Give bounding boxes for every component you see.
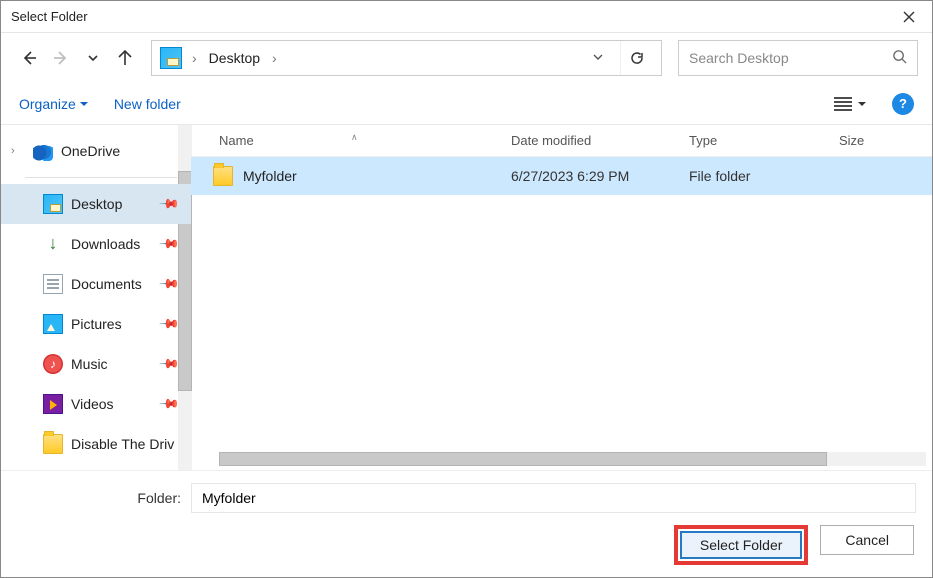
sidebar-item-pictures[interactable]: Pictures 📌 bbox=[1, 304, 191, 344]
sidebar-item-label: Music bbox=[71, 356, 153, 372]
chevron-down-icon bbox=[87, 52, 99, 64]
music-icon: ♪ bbox=[43, 354, 63, 374]
search-input[interactable]: Search Desktop bbox=[678, 40, 918, 76]
onedrive-icon bbox=[33, 141, 53, 161]
sidebar-item-label: Documents bbox=[71, 276, 153, 292]
pin-icon: 📌 bbox=[158, 193, 181, 216]
up-button[interactable] bbox=[111, 44, 139, 72]
address-bar[interactable]: › Desktop › bbox=[151, 40, 662, 76]
desktop-icon bbox=[43, 194, 63, 214]
horizontal-scrollbar-track[interactable] bbox=[219, 452, 926, 466]
organize-label: Organize bbox=[19, 96, 76, 112]
column-label: Name bbox=[219, 133, 254, 148]
cancel-label: Cancel bbox=[845, 532, 889, 548]
sidebar-item-videos[interactable]: Videos 📌 bbox=[1, 384, 191, 424]
sidebar-separator bbox=[25, 177, 177, 178]
sidebar-item-label: Downloads bbox=[71, 236, 153, 252]
document-icon bbox=[43, 274, 63, 294]
sidebar-item-label: Videos bbox=[71, 396, 153, 412]
toolbar: Organize New folder ? bbox=[1, 83, 932, 125]
folder-input[interactable] bbox=[191, 483, 916, 513]
close-button[interactable] bbox=[886, 1, 932, 32]
sidebar-item-label: Desktop bbox=[71, 196, 153, 212]
download-icon: ↓ bbox=[43, 234, 63, 254]
recent-button[interactable] bbox=[79, 44, 107, 72]
desktop-icon bbox=[160, 47, 182, 69]
folder-name-row: Folder: bbox=[1, 483, 916, 513]
arrow-right-icon bbox=[53, 50, 69, 66]
file-date: 6/27/2023 6:29 PM bbox=[511, 168, 689, 184]
address-dropdown[interactable] bbox=[582, 50, 614, 66]
close-icon bbox=[903, 11, 915, 23]
horizontal-scrollbar-thumb[interactable] bbox=[219, 452, 827, 466]
pictures-icon bbox=[43, 314, 63, 334]
sidebar-item-music[interactable]: ♪ Music 📌 bbox=[1, 344, 191, 384]
folder-label: Folder: bbox=[1, 490, 191, 506]
select-folder-label: Select Folder bbox=[700, 537, 782, 553]
pin-icon: 📌 bbox=[158, 233, 181, 256]
column-date[interactable]: Date modified bbox=[511, 133, 689, 148]
search-placeholder: Search Desktop bbox=[689, 50, 892, 66]
breadcrumb-chevron-icon[interactable]: › bbox=[188, 50, 201, 66]
new-folder-button[interactable]: New folder bbox=[114, 96, 181, 112]
navbar: › Desktop › Search Desktop bbox=[1, 33, 932, 83]
sort-indicator-icon: ∧ bbox=[351, 132, 358, 143]
pin-icon: 📌 bbox=[158, 313, 181, 336]
view-button[interactable] bbox=[834, 97, 866, 111]
select-folder-highlight: Select Folder bbox=[674, 525, 808, 565]
titlebar: Select Folder bbox=[1, 1, 932, 33]
video-icon bbox=[43, 394, 63, 414]
footer: Folder: Select Folder Cancel bbox=[1, 470, 932, 577]
sidebar-item-downloads[interactable]: ↓ Downloads 📌 bbox=[1, 224, 191, 264]
window-title: Select Folder bbox=[11, 9, 886, 24]
sidebar-item-label: Disable The Driv bbox=[71, 436, 191, 452]
file-row[interactable]: Myfolder 6/27/2023 6:29 PM File folder bbox=[191, 157, 932, 195]
sidebar-item-documents[interactable]: Documents 📌 bbox=[1, 264, 191, 304]
sidebar-item-folder[interactable]: Disable The Driv bbox=[1, 424, 191, 464]
back-button[interactable] bbox=[15, 44, 43, 72]
arrow-up-icon bbox=[117, 50, 133, 66]
dropdown-icon bbox=[80, 100, 88, 108]
cancel-button[interactable]: Cancel bbox=[820, 525, 914, 555]
column-label: Type bbox=[689, 133, 717, 148]
breadcrumb-chevron-icon[interactable]: › bbox=[268, 50, 281, 66]
folder-icon bbox=[213, 166, 233, 186]
sidebar: › OneDrive Desktop 📌 ↓ Downloads 📌 Docum… bbox=[1, 125, 191, 470]
pin-icon: 📌 bbox=[158, 393, 181, 416]
sidebar-item-label: OneDrive bbox=[61, 143, 191, 159]
file-list: Name ∧ Date modified Type Size Myfolder … bbox=[191, 125, 932, 470]
help-button[interactable]: ? bbox=[892, 93, 914, 115]
column-label: Date modified bbox=[511, 133, 591, 148]
column-headers: Name ∧ Date modified Type Size bbox=[191, 125, 932, 157]
new-folder-label: New folder bbox=[114, 96, 181, 112]
column-size[interactable]: Size bbox=[839, 133, 932, 148]
expand-icon[interactable]: › bbox=[11, 145, 25, 157]
search-icon bbox=[892, 49, 907, 67]
file-type: File folder bbox=[689, 168, 839, 184]
chevron-down-icon bbox=[592, 51, 604, 63]
pin-icon: 📌 bbox=[158, 353, 181, 376]
column-label: Size bbox=[839, 133, 864, 148]
refresh-icon bbox=[629, 50, 645, 66]
help-icon: ? bbox=[899, 96, 907, 111]
file-name: Myfolder bbox=[243, 168, 297, 184]
forward-button[interactable] bbox=[47, 44, 75, 72]
pin-icon: 📌 bbox=[158, 273, 181, 296]
select-folder-button[interactable]: Select Folder bbox=[680, 531, 802, 559]
arrow-left-icon bbox=[21, 50, 37, 66]
buttons-row: Select Folder Cancel bbox=[1, 525, 916, 565]
column-name[interactable]: Name ∧ bbox=[191, 133, 511, 148]
sidebar-item-label: Pictures bbox=[71, 316, 153, 332]
main: › OneDrive Desktop 📌 ↓ Downloads 📌 Docum… bbox=[1, 125, 932, 470]
dropdown-icon bbox=[858, 100, 866, 108]
organize-button[interactable]: Organize bbox=[19, 96, 88, 112]
breadcrumb-location[interactable]: Desktop bbox=[207, 50, 262, 66]
refresh-button[interactable] bbox=[620, 41, 653, 75]
folder-icon bbox=[43, 434, 63, 454]
sidebar-item-onedrive[interactable]: › OneDrive bbox=[1, 131, 191, 171]
sidebar-item-desktop[interactable]: Desktop 📌 bbox=[1, 184, 191, 224]
list-view-icon bbox=[834, 97, 852, 111]
column-type[interactable]: Type bbox=[689, 133, 839, 148]
